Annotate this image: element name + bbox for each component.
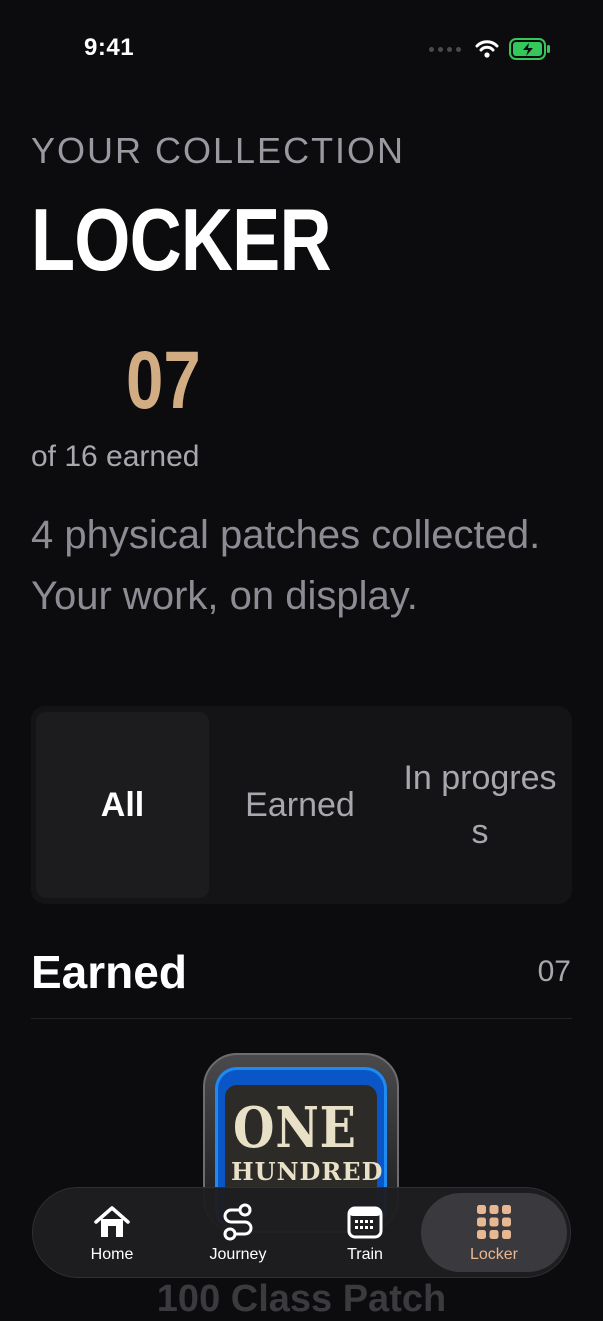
cellular-signal-icon	[429, 46, 461, 52]
tab-home[interactable]: Home	[48, 1188, 176, 1277]
grid-icon	[474, 1202, 514, 1242]
earned-count: 07	[126, 335, 201, 426]
collection-summary: 4 physical patches collected. Your work,…	[31, 513, 541, 618]
filter-earned[interactable]: Earned	[212, 712, 388, 898]
section-divider	[31, 1018, 572, 1019]
filter-segmented-control: All Earned In progres s	[31, 706, 572, 904]
tab-locker[interactable]: Locker	[421, 1193, 567, 1272]
battery-icon	[509, 38, 550, 60]
wifi-icon	[475, 40, 499, 58]
status-time: 9:41	[84, 34, 135, 61]
earned-of-total: of 16 earned	[31, 440, 200, 473]
tab-home-label: Home	[90, 1245, 134, 1263]
patch-caption: 100 Class Patch	[156, 1278, 447, 1320]
tab-journey-label: Journey	[209, 1245, 267, 1263]
calendar-icon	[345, 1202, 385, 1242]
filter-all[interactable]: All	[36, 712, 209, 898]
status-bar: 9:41	[0, 0, 603, 96]
tab-train-label: Train	[347, 1245, 383, 1263]
collection-eyebrow: YOUR COLLECTION	[31, 130, 406, 171]
home-icon	[92, 1202, 132, 1242]
page-title: LOCKER	[31, 190, 332, 289]
tab-train[interactable]: Train	[301, 1188, 429, 1277]
tab-locker-label: Locker	[469, 1245, 519, 1263]
patch-line-2: HUNDRED	[231, 1157, 384, 1186]
section-title: Earned	[31, 946, 187, 998]
filter-in-progress[interactable]: In progres s	[393, 712, 567, 898]
tab-journey[interactable]: Journey	[174, 1188, 302, 1277]
patch-line-1: ONE	[233, 1095, 357, 1161]
status-icons	[429, 38, 551, 60]
section-count: 07	[537, 955, 571, 988]
route-icon	[218, 1202, 258, 1242]
tab-bar: Home Journey Train Locker	[32, 1187, 571, 1278]
